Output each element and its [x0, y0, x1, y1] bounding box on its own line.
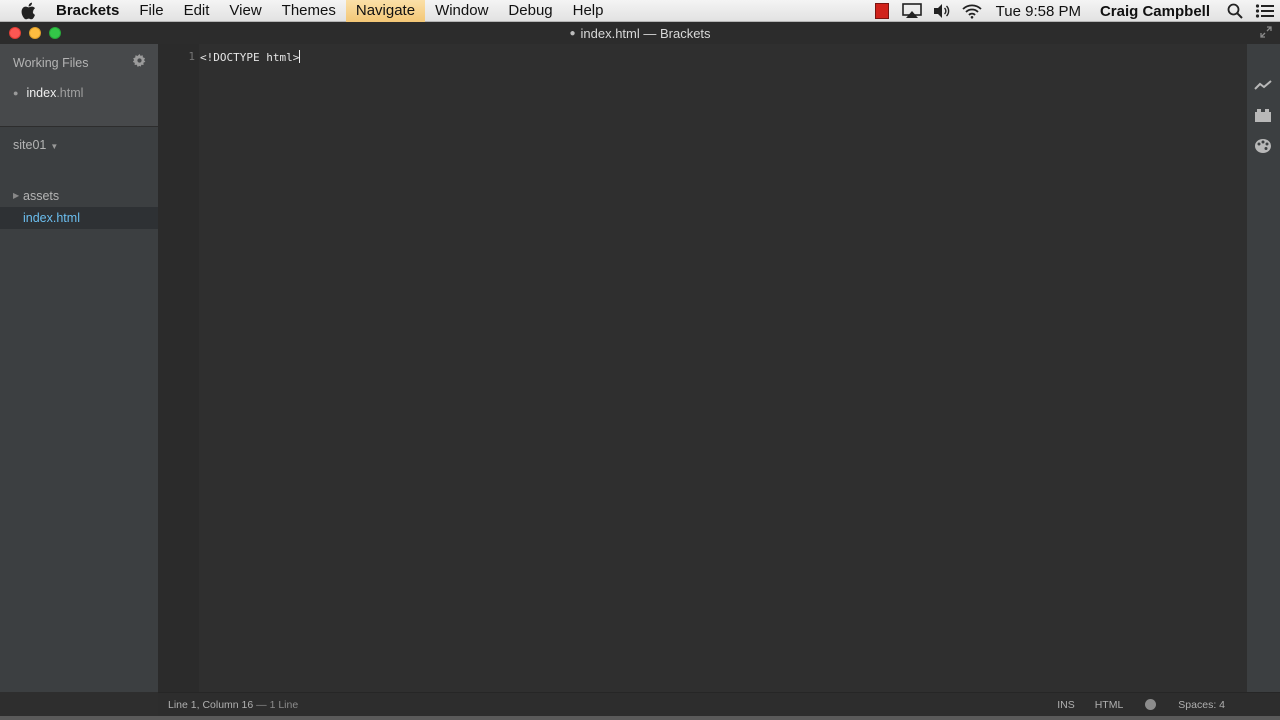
language-selector[interactable]: HTML: [1085, 699, 1134, 711]
wifi-icon[interactable]: [957, 0, 987, 22]
live-preview-icon[interactable]: [1253, 75, 1273, 95]
insert-mode-toggle[interactable]: INS: [1047, 699, 1085, 711]
menu-file[interactable]: File: [129, 0, 173, 22]
cursor-position: Line 1, Column 16 — 1 Line: [168, 699, 298, 711]
menu-themes[interactable]: Themes: [272, 0, 346, 22]
chevron-right-icon: ▶: [13, 191, 20, 200]
record-icon[interactable]: [867, 0, 897, 22]
window-title: index.html — Brackets: [580, 25, 711, 41]
app-menu[interactable]: Brackets: [56, 2, 129, 19]
chevron-down-icon: ▼: [50, 142, 59, 151]
code-area[interactable]: <!DOCTYPE html>: [199, 44, 1247, 692]
notification-center-icon[interactable]: [1250, 0, 1280, 22]
spotlight-search-icon[interactable]: [1220, 0, 1250, 22]
tree-folder-assets[interactable]: ▶ assets: [0, 185, 158, 207]
menu-edit[interactable]: Edit: [174, 0, 220, 22]
indent-settings[interactable]: Spaces: 4: [1168, 699, 1235, 711]
status-bar: Line 1, Column 16 — 1 Line INS HTML Spac…: [158, 692, 1280, 716]
menu-navigate[interactable]: Navigate: [345, 0, 426, 22]
fullscreen-icon[interactable]: [1260, 26, 1274, 40]
airplay-icon[interactable]: [897, 0, 927, 22]
line-number: 1: [188, 50, 195, 63]
tree-file-index-html[interactable]: index.html: [0, 207, 158, 229]
menu-help[interactable]: Help: [563, 0, 614, 22]
unsaved-indicator: ●: [569, 27, 576, 39]
menu-view[interactable]: View: [219, 0, 271, 22]
menu-window[interactable]: Window: [425, 0, 498, 22]
code-line[interactable]: <!DOCTYPE html>: [200, 50, 301, 64]
linter-status-icon[interactable]: [1145, 699, 1157, 710]
working-file-item[interactable]: ● index .html: [13, 86, 83, 100]
menu-debug[interactable]: Debug: [498, 0, 562, 22]
project-name: site01: [13, 138, 47, 152]
volume-icon[interactable]: [927, 0, 957, 22]
code-text: <!DOCTYPE html>: [200, 51, 300, 64]
gear-icon[interactable]: [132, 54, 146, 70]
user-menu[interactable]: Craig Campbell: [1090, 3, 1220, 20]
extension-manager-icon[interactable]: [1253, 105, 1273, 125]
zoom-window-button[interactable]: [49, 27, 61, 39]
tree-item-label: assets: [23, 189, 60, 203]
project-dropdown[interactable]: site01 ▼: [13, 138, 58, 152]
window-titlebar: ● index.html — Brackets: [0, 22, 1280, 44]
working-file-ext: .html: [56, 86, 84, 100]
working-files-panel: Working Files ● index .html: [0, 44, 158, 127]
brackets-window: ● index.html — Brackets Working Files ● …: [0, 22, 1280, 716]
code-editor[interactable]: 1 <!DOCTYPE html>: [158, 44, 1247, 692]
theme-palette-icon[interactable]: [1253, 136, 1273, 156]
apple-menu-icon[interactable]: [0, 2, 56, 20]
clock[interactable]: Tue 9:58 PM: [987, 3, 1090, 20]
line-count: — 1 Line: [253, 698, 299, 711]
tree-item-label: index.html: [23, 211, 80, 225]
close-window-button[interactable]: [9, 27, 21, 39]
sidebar: Working Files ● index .html site01 ▼ ▶ ass…: [0, 44, 158, 692]
working-files-header: Working Files: [13, 56, 89, 70]
working-file-name: index: [26, 86, 57, 100]
cursor-position-text: Line 1, Column 16: [168, 698, 254, 711]
minimize-window-button[interactable]: [29, 27, 41, 39]
macos-menu-bar: Brackets File Edit View Themes Navigate …: [0, 0, 1280, 22]
right-toolbar: [1247, 44, 1280, 692]
file-dirty-dot-icon: ●: [13, 88, 19, 98]
text-cursor: [299, 50, 301, 63]
line-gutter: 1: [158, 44, 199, 692]
